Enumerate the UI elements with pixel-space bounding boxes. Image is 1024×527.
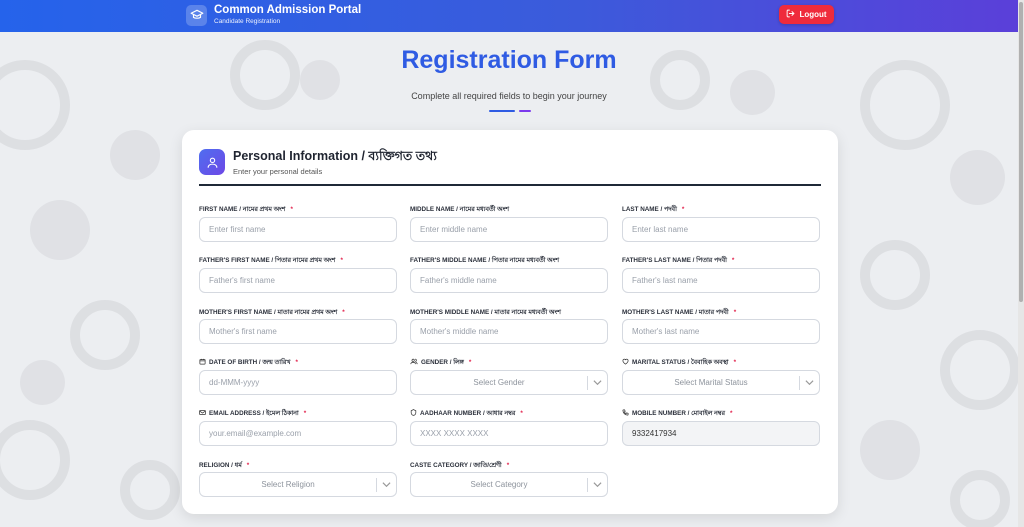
father-last-name-input[interactable] — [622, 268, 820, 293]
chevron-down-icon — [382, 482, 391, 488]
father-middle-name-input[interactable] — [410, 268, 608, 293]
registration-card: Personal Information / ব্যক্তিগত তথ্য En… — [182, 130, 838, 514]
section-subtitle: Enter your personal details — [233, 167, 323, 176]
section-title: Personal Information / ব্যক্তিগত তথ্য — [233, 149, 437, 163]
top-header: Common Admission Portal Candidate Regist… — [0, 0, 1024, 32]
father-first-name-label: FATHER'S FIRST NAME / পিতার নামের প্রথম … — [199, 257, 343, 264]
email-label: EMAIL ADDRESS / ইমেল ঠিকানা * — [199, 408, 306, 419]
mother-first-name-input[interactable] — [199, 319, 397, 344]
caste-label: CASTE CATEGORY / জাতি/শ্রেণী * — [410, 462, 510, 469]
app-title: Common Admission Portal — [214, 4, 362, 16]
father-middle-name-label: FATHER'S MIDDLE NAME / পিতার নামের মধ্যব… — [410, 257, 560, 264]
calendar-icon — [199, 358, 206, 367]
users-icon — [410, 358, 418, 367]
first-name-label: FIRST NAME / নামের প্রথম অংশ * — [199, 206, 293, 213]
aadhaar-input[interactable] — [410, 421, 608, 446]
marital-select[interactable]: Select Marital Status — [622, 370, 820, 395]
user-icon — [199, 149, 225, 175]
middle-name-input[interactable] — [410, 217, 608, 242]
logout-label: Logout — [799, 10, 827, 19]
page-title: Registration Form — [401, 46, 617, 74]
father-first-name-input[interactable] — [199, 268, 397, 293]
heart-icon — [622, 358, 629, 367]
title-underline — [489, 110, 515, 112]
mother-last-name-label: MOTHER'S LAST NAME / মাতার পদবী * — [622, 309, 737, 316]
mobile-label: MOBILE NUMBER / মোবাইল নম্বর * — [622, 408, 732, 419]
aadhaar-label: AADHAAR NUMBER / আধার নম্বর * — [410, 408, 523, 419]
brand[interactable]: Common Admission Portal Candidate Regist… — [186, 4, 361, 26]
dob-label: DATE OF BIRTH / জন্ম তারিখ * — [199, 357, 298, 368]
chevron-down-icon — [805, 380, 814, 386]
mother-middle-name-input[interactable] — [410, 319, 608, 344]
mother-last-name-input[interactable] — [622, 319, 820, 344]
email-input[interactable] — [199, 421, 397, 446]
title-underline-accent — [519, 110, 531, 112]
religion-select[interactable]: Select Religion — [199, 472, 397, 497]
shield-icon — [410, 409, 417, 418]
section-divider — [199, 184, 821, 186]
mobile-input[interactable] — [622, 421, 820, 446]
caste-select[interactable]: Select Category — [410, 472, 608, 497]
religion-label: RELIGION / ধর্ম * — [199, 462, 250, 469]
logout-icon — [786, 9, 795, 20]
logout-button[interactable]: Logout — [779, 5, 834, 24]
mother-first-name-label: MOTHER'S FIRST NAME / মাতার নামের প্রথম … — [199, 309, 345, 316]
gender-select[interactable]: Select Gender — [410, 370, 608, 395]
page-subtitle: Complete all required fields to begin yo… — [411, 91, 607, 101]
app-subtitle: Candidate Registration — [214, 18, 281, 25]
graduation-cap-icon — [186, 4, 207, 26]
marital-label: MARITAL STATUS / বৈবাহিক অবস্থা * — [622, 357, 736, 368]
mail-icon — [199, 409, 206, 418]
last-name-input[interactable] — [622, 217, 820, 242]
first-name-input[interactable] — [199, 217, 397, 242]
last-name-label: LAST NAME / পদবী * — [622, 206, 685, 213]
chevron-down-icon — [593, 380, 602, 386]
mother-middle-name-label: MOTHER'S MIDDLE NAME / মাতার নামের মধ্যব… — [410, 309, 561, 316]
page-scrollbar[interactable] — [1018, 0, 1024, 527]
chevron-down-icon — [593, 482, 602, 488]
gender-label: GENDER / লিঙ্গ * — [410, 357, 471, 368]
father-last-name-label: FATHER'S LAST NAME / পিতার পদবী * — [622, 257, 735, 264]
middle-name-label: MIDDLE NAME / নামের মধ্যবর্তী অংশ — [410, 206, 510, 213]
dob-input[interactable] — [199, 370, 397, 395]
phone-icon — [622, 409, 629, 418]
